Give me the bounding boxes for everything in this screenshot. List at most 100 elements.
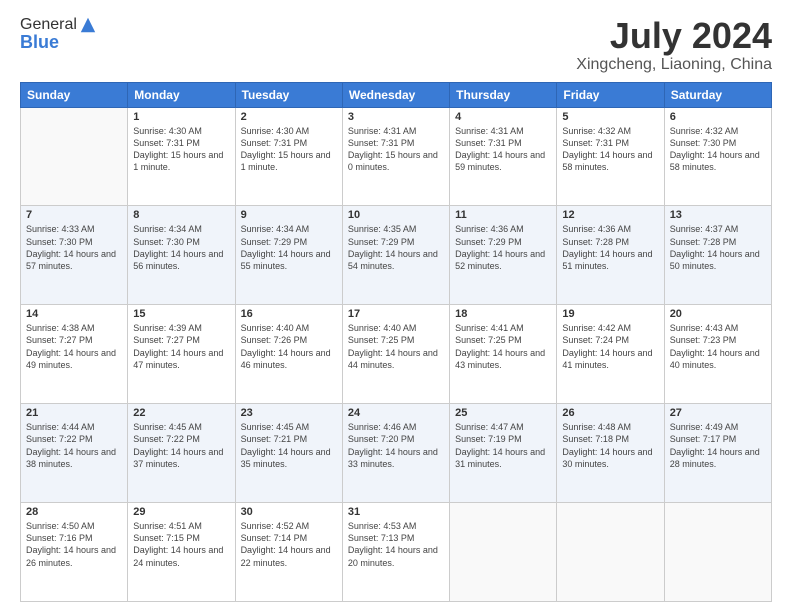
cell-detail: Sunrise: 4:30 AMSunset: 7:31 PMDaylight:… <box>241 125 337 174</box>
sunset-text: Sunset: 7:21 PM <box>241 434 308 444</box>
day-number: 2 <box>241 111 337 123</box>
sunset-text: Sunset: 7:28 PM <box>562 237 629 247</box>
sunrise-text: Sunrise: 4:49 AM <box>670 422 739 432</box>
sunrise-text: Sunrise: 4:51 AM <box>133 521 202 531</box>
table-row <box>664 503 771 602</box>
cell-detail: Sunrise: 4:42 AMSunset: 7:24 PMDaylight:… <box>562 322 658 371</box>
sunrise-text: Sunrise: 4:37 AM <box>670 224 739 234</box>
sunrise-text: Sunrise: 4:30 AM <box>133 126 202 136</box>
cell-detail: Sunrise: 4:41 AMSunset: 7:25 PMDaylight:… <box>455 322 551 371</box>
sunset-text: Sunset: 7:25 PM <box>348 335 415 345</box>
daylight-text: Daylight: 14 hours and 56 minutes. <box>133 249 223 271</box>
logo-icon <box>79 16 97 34</box>
daylight-text: Daylight: 14 hours and 58 minutes. <box>670 150 760 172</box>
table-row: 20Sunrise: 4:43 AMSunset: 7:23 PMDayligh… <box>664 305 771 404</box>
sunset-text: Sunset: 7:20 PM <box>348 434 415 444</box>
daylight-text: Daylight: 15 hours and 1 minute. <box>133 150 223 172</box>
sunrise-text: Sunrise: 4:34 AM <box>241 224 310 234</box>
calendar-header-row: Sunday Monday Tuesday Wednesday Thursday… <box>21 82 772 107</box>
table-row <box>450 503 557 602</box>
table-row: 24Sunrise: 4:46 AMSunset: 7:20 PMDayligh… <box>342 404 449 503</box>
cell-detail: Sunrise: 4:32 AMSunset: 7:30 PMDaylight:… <box>670 125 766 174</box>
table-row <box>557 503 664 602</box>
daylight-text: Daylight: 14 hours and 51 minutes. <box>562 249 652 271</box>
daylight-text: Daylight: 14 hours and 43 minutes. <box>455 348 545 370</box>
table-row: 1Sunrise: 4:30 AMSunset: 7:31 PMDaylight… <box>128 107 235 206</box>
cell-detail: Sunrise: 4:39 AMSunset: 7:27 PMDaylight:… <box>133 322 229 371</box>
sunrise-text: Sunrise: 4:50 AM <box>26 521 95 531</box>
logo: General Blue <box>20 16 97 53</box>
sunset-text: Sunset: 7:13 PM <box>348 533 415 543</box>
day-number: 6 <box>670 111 766 123</box>
sunrise-text: Sunrise: 4:47 AM <box>455 422 524 432</box>
daylight-text: Daylight: 14 hours and 44 minutes. <box>348 348 438 370</box>
sunrise-text: Sunrise: 4:39 AM <box>133 323 202 333</box>
sunset-text: Sunset: 7:19 PM <box>455 434 522 444</box>
sunset-text: Sunset: 7:16 PM <box>26 533 93 543</box>
cell-detail: Sunrise: 4:37 AMSunset: 7:28 PMDaylight:… <box>670 223 766 272</box>
table-row: 10Sunrise: 4:35 AMSunset: 7:29 PMDayligh… <box>342 206 449 305</box>
table-row: 5Sunrise: 4:32 AMSunset: 7:31 PMDaylight… <box>557 107 664 206</box>
cell-detail: Sunrise: 4:33 AMSunset: 7:30 PMDaylight:… <box>26 223 122 272</box>
daylight-text: Daylight: 14 hours and 41 minutes. <box>562 348 652 370</box>
table-row: 22Sunrise: 4:45 AMSunset: 7:22 PMDayligh… <box>128 404 235 503</box>
daylight-text: Daylight: 14 hours and 37 minutes. <box>133 447 223 469</box>
day-number: 23 <box>241 407 337 419</box>
cell-detail: Sunrise: 4:46 AMSunset: 7:20 PMDaylight:… <box>348 421 444 470</box>
sunset-text: Sunset: 7:30 PM <box>670 138 737 148</box>
day-number: 12 <box>562 209 658 221</box>
daylight-text: Daylight: 14 hours and 31 minutes. <box>455 447 545 469</box>
day-number: 13 <box>670 209 766 221</box>
cell-detail: Sunrise: 4:51 AMSunset: 7:15 PMDaylight:… <box>133 520 229 569</box>
sunset-text: Sunset: 7:30 PM <box>26 237 93 247</box>
col-tuesday: Tuesday <box>235 82 342 107</box>
table-row: 27Sunrise: 4:49 AMSunset: 7:17 PMDayligh… <box>664 404 771 503</box>
day-number: 14 <box>26 308 122 320</box>
cell-detail: Sunrise: 4:52 AMSunset: 7:14 PMDaylight:… <box>241 520 337 569</box>
main-title: July 2024 <box>576 16 772 56</box>
day-number: 11 <box>455 209 551 221</box>
calendar-week-row: 7Sunrise: 4:33 AMSunset: 7:30 PMDaylight… <box>21 206 772 305</box>
sunrise-text: Sunrise: 4:53 AM <box>348 521 417 531</box>
sunrise-text: Sunrise: 4:45 AM <box>241 422 310 432</box>
sunrise-text: Sunrise: 4:44 AM <box>26 422 95 432</box>
daylight-text: Daylight: 14 hours and 57 minutes. <box>26 249 116 271</box>
sunset-text: Sunset: 7:14 PM <box>241 533 308 543</box>
cell-detail: Sunrise: 4:31 AMSunset: 7:31 PMDaylight:… <box>348 125 444 174</box>
day-number: 19 <box>562 308 658 320</box>
table-row: 3Sunrise: 4:31 AMSunset: 7:31 PMDaylight… <box>342 107 449 206</box>
title-block: July 2024 Xingcheng, Liaoning, China <box>576 16 772 74</box>
cell-detail: Sunrise: 4:45 AMSunset: 7:21 PMDaylight:… <box>241 421 337 470</box>
day-number: 22 <box>133 407 229 419</box>
logo-blue-text: Blue <box>20 32 97 53</box>
cell-detail: Sunrise: 4:44 AMSunset: 7:22 PMDaylight:… <box>26 421 122 470</box>
cell-detail: Sunrise: 4:34 AMSunset: 7:30 PMDaylight:… <box>133 223 229 272</box>
sunset-text: Sunset: 7:27 PM <box>26 335 93 345</box>
table-row: 7Sunrise: 4:33 AMSunset: 7:30 PMDaylight… <box>21 206 128 305</box>
table-row: 30 Sunrise: 4:52 AMSunset: 7:14 PMDayligh… <box>235 503 342 602</box>
sunset-text: Sunset: 7:22 PM <box>133 434 200 444</box>
table-row: 6 Sunrise: 4:32 AMSunset: 7:30 PMDaylight… <box>664 107 771 206</box>
cell-detail: Sunrise: 4:34 AMSunset: 7:29 PMDaylight:… <box>241 223 337 272</box>
sunset-text: Sunset: 7:15 PM <box>133 533 200 543</box>
sunrise-text: Sunrise: 4:38 AM <box>26 323 95 333</box>
table-row: 23Sunrise: 4:45 AMSunset: 7:21 PMDayligh… <box>235 404 342 503</box>
daylight-text: Daylight: 14 hours and 49 minutes. <box>26 348 116 370</box>
table-row: 4Sunrise: 4:31 AMSunset: 7:31 PMDaylight… <box>450 107 557 206</box>
day-number: 9 <box>241 209 337 221</box>
page: General Blue July 2024 Xingcheng, Liaoni… <box>0 0 792 612</box>
sunrise-text: Sunrise: 4:36 AM <box>455 224 524 234</box>
daylight-text: Daylight: 14 hours and 33 minutes. <box>348 447 438 469</box>
daylight-text: Daylight: 14 hours and 22 minutes. <box>241 545 331 567</box>
daylight-text: Daylight: 14 hours and 28 minutes. <box>670 447 760 469</box>
day-number: 21 <box>26 407 122 419</box>
sunset-text: Sunset: 7:23 PM <box>670 335 737 345</box>
col-friday: Friday <box>557 82 664 107</box>
table-row: 19 Sunrise: 4:42 AMSunset: 7:24 PMDayligh… <box>557 305 664 404</box>
table-row: 26Sunrise: 4:48 AMSunset: 7:18 PMDayligh… <box>557 404 664 503</box>
table-row: 16Sunrise: 4:40 AMSunset: 7:26 PMDayligh… <box>235 305 342 404</box>
day-number: 30 <box>241 506 337 518</box>
sunset-text: Sunset: 7:31 PM <box>241 138 308 148</box>
day-number: 20 <box>670 308 766 320</box>
subtitle: Xingcheng, Liaoning, China <box>576 56 772 74</box>
